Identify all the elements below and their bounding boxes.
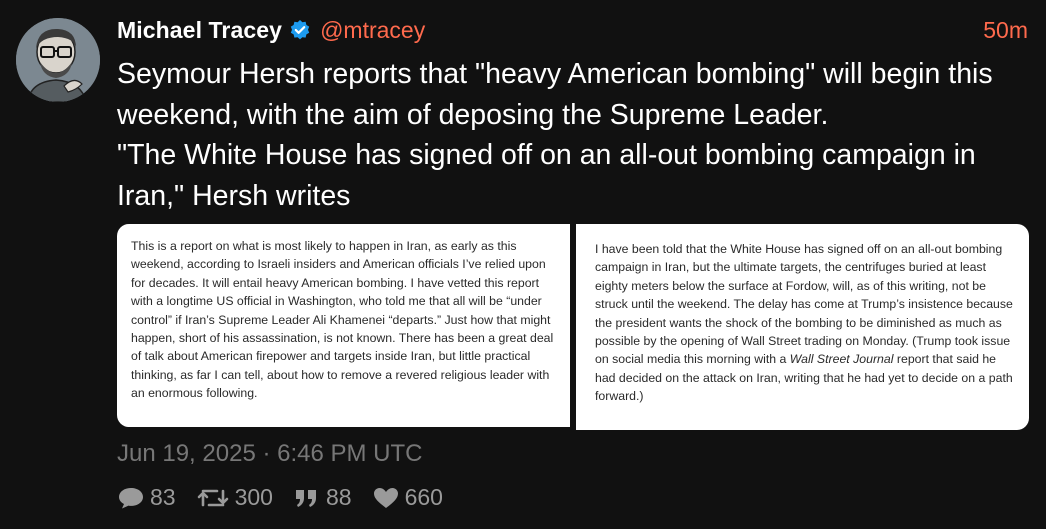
media-image-right-text-start: I have been told that the White House ha… <box>595 242 1013 367</box>
tweet-time-ago[interactable]: 50m <box>983 17 1028 44</box>
media-image-right[interactable]: I have been told that the White House ha… <box>576 224 1029 430</box>
author-name[interactable]: Michael Tracey <box>117 17 282 44</box>
tweet-date[interactable]: Jun 19, 2025 · 6:46 PM UTC <box>117 440 422 468</box>
media-image-left-text: This is a report on what is most likely … <box>131 239 554 401</box>
media-image-right-text-italic: Wall Street Journal <box>789 352 894 367</box>
tweet-stats: 83 300 88 660 <box>117 484 463 511</box>
tweet-media: This is a report on what is most likely … <box>117 224 1029 430</box>
avatar-illustration <box>16 18 100 102</box>
quotes-stat[interactable]: 88 <box>293 484 352 511</box>
comment-icon <box>119 487 143 508</box>
author-handle[interactable]: @mtracey <box>320 17 425 44</box>
tweet-header: Michael Tracey @mtracey 50m <box>117 14 1028 46</box>
replies-stat[interactable]: 83 <box>117 484 176 511</box>
replies-count: 83 <box>150 484 176 510</box>
heart-icon <box>373 487 398 508</box>
likes-count: 660 <box>404 484 443 510</box>
media-image-left[interactable]: This is a report on what is most likely … <box>117 224 570 427</box>
retweets-count: 300 <box>234 484 273 510</box>
tweet-text: Seymour Hersh reports that "heavy Americ… <box>117 58 993 212</box>
quote-icon <box>295 489 316 507</box>
quotes-count: 88 <box>325 484 352 510</box>
avatar[interactable] <box>16 18 100 102</box>
retweet-icon <box>197 489 228 506</box>
retweets-stat[interactable]: 300 <box>196 484 273 511</box>
likes-stat[interactable]: 660 <box>372 484 443 511</box>
verified-badge-icon <box>289 19 311 41</box>
